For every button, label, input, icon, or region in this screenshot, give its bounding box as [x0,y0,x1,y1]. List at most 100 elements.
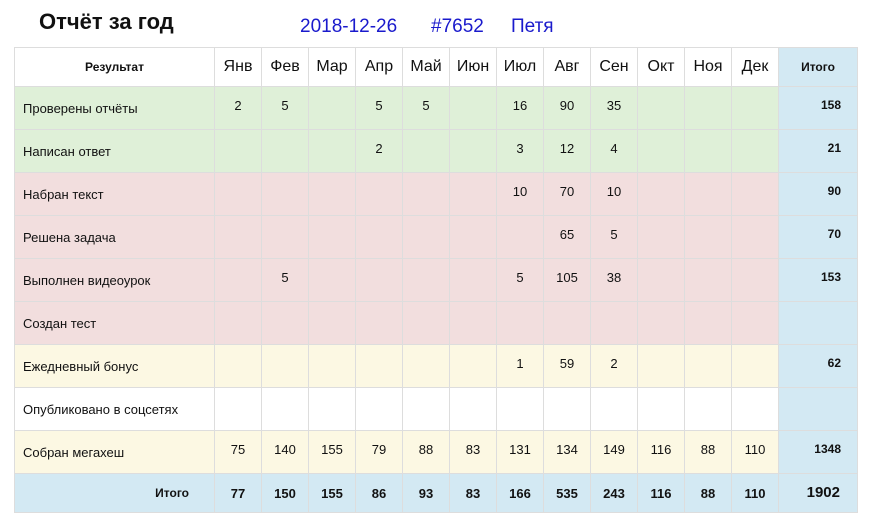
month-value-cell [214,301,262,345]
month-value-cell [308,172,356,216]
total-column-header: Итого [778,47,858,87]
row-label: Опубликовано в соцсетях [14,387,215,431]
month-value-cell: 93 [402,473,450,513]
month-value-cell: 2 [590,344,638,388]
row-total-cell: 158 [778,86,858,130]
month-value-cell: 243 [590,473,638,513]
table-row: Собран мегахеш 75 140 155 79 88 83 131 134 149 116… [14,430,858,474]
row-label: Написан ответ [14,129,215,173]
month-value-cell: 5 [355,86,403,130]
month-header: Авг [543,47,591,87]
month-value-cell: 149 [590,430,638,474]
table-row: Набран текст 10 70 10 90 [14,172,858,216]
month-value-cell: 83 [449,473,497,513]
month-value-cell [308,344,356,388]
month-header: Апр [355,47,403,87]
row-total-cell: 90 [778,172,858,216]
month-value-cell [449,344,497,388]
month-value-cell: 59 [543,344,591,388]
month-value-cell [308,387,356,431]
month-value-cell: 110 [731,473,779,513]
month-value-cell: 140 [261,430,309,474]
month-value-cell: 38 [590,258,638,302]
row-total-cell [778,301,858,345]
month-value-cell: 105 [543,258,591,302]
month-value-cell [449,258,497,302]
month-value-cell [731,387,779,431]
row-label: Собран мегахеш [14,430,215,474]
date-link[interactable]: 2018-12-26 [300,16,397,38]
month-value-cell [731,301,779,345]
month-value-cell [261,387,309,431]
report-number-link[interactable]: #7652 [431,16,484,38]
month-value-cell: 5 [496,258,544,302]
table-row: Написан ответ 2 3 12 4 21 [14,129,858,173]
month-value-cell [449,387,497,431]
month-header: Окт [637,47,685,87]
month-value-cell [308,258,356,302]
month-value-cell [684,258,732,302]
month-value-cell: 116 [637,473,685,513]
month-header: Фев [261,47,309,87]
month-value-cell [355,258,403,302]
month-value-cell [731,86,779,130]
month-value-cell [214,387,262,431]
month-value-cell [637,258,685,302]
month-value-cell [355,301,403,345]
month-value-cell [637,215,685,259]
month-value-cell: 35 [590,86,638,130]
table-row: Ежедневный бонус 1 59 2 62 [14,344,858,388]
month-value-cell [684,172,732,216]
month-value-cell: 88 [684,430,732,474]
month-header: Май [402,47,450,87]
month-value-cell [731,172,779,216]
row-total-cell: 21 [778,129,858,173]
month-header: Ноя [684,47,732,87]
month-value-cell [543,301,591,345]
month-value-cell [261,301,309,345]
table-row: Проверены отчёты 2 5 5 5 16 90 35 158 [14,86,858,130]
month-value-cell: 83 [449,430,497,474]
month-value-cell: 155 [308,473,356,513]
result-column-header: Результат [14,47,215,87]
month-value-cell: 2 [355,129,403,173]
month-value-cell [637,129,685,173]
grand-total-row: Итого 77 150 155 86 93 83 166 535 243 116 88 110 1902 [14,473,858,513]
month-value-cell [308,86,356,130]
month-value-cell: 5 [261,258,309,302]
month-value-cell [402,301,450,345]
month-value-cell: 535 [543,473,591,513]
month-value-cell [731,344,779,388]
month-value-cell [684,344,732,388]
month-value-cell [449,215,497,259]
month-value-cell [543,387,591,431]
month-value-cell: 5 [590,215,638,259]
month-value-cell: 88 [684,473,732,513]
month-header: Дек [731,47,779,87]
month-value-cell [402,215,450,259]
month-value-cell: 10 [590,172,638,216]
table-row: Выполнен видеоурок 5 5 105 38 153 [14,258,858,302]
month-value-cell [261,129,309,173]
month-value-cell [496,301,544,345]
month-value-cell: 5 [402,86,450,130]
month-header: Янв [214,47,262,87]
month-value-cell: 70 [543,172,591,216]
row-total-cell: 1902 [778,473,858,513]
month-value-cell: 131 [496,430,544,474]
month-value-cell [684,215,732,259]
month-value-cell: 150 [261,473,309,513]
report-header: Отчёт за год 2018-12-26 #7652 Петя [0,0,871,46]
month-header: Июн [449,47,497,87]
month-value-cell: 79 [355,430,403,474]
month-value-cell [308,215,356,259]
month-value-cell: 16 [496,86,544,130]
month-value-cell [684,387,732,431]
month-value-cell [684,301,732,345]
month-value-cell: 116 [637,430,685,474]
month-value-cell [637,172,685,216]
month-value-cell: 90 [543,86,591,130]
row-total-cell: 1348 [778,430,858,474]
month-value-cell [402,172,450,216]
user-link[interactable]: Петя [511,16,554,38]
